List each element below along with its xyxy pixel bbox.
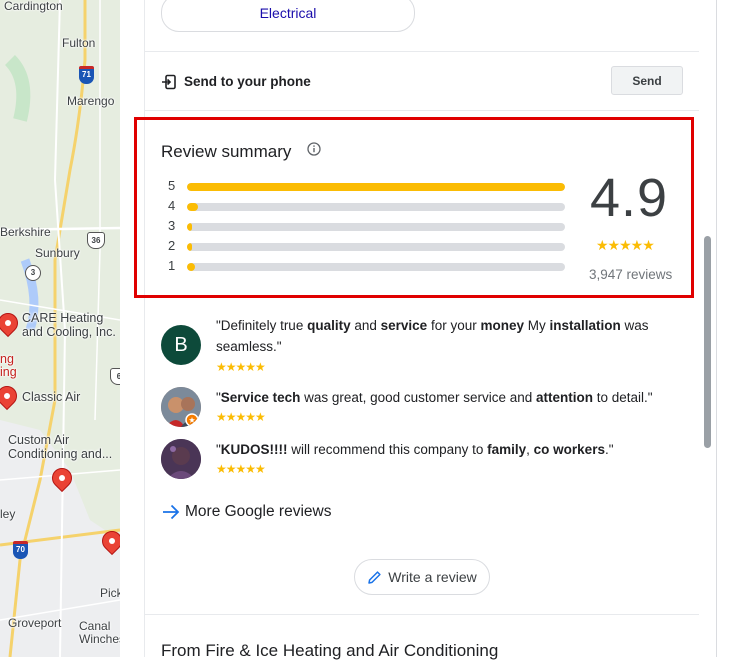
review-text-part: will recommend this company to bbox=[287, 442, 488, 457]
send-to-phone-icon bbox=[162, 74, 176, 90]
map-place-label: ley bbox=[0, 507, 16, 521]
review-keyword: quality bbox=[307, 318, 351, 333]
send-to-phone-row: Send to your phone Send bbox=[161, 66, 683, 98]
review-snippet[interactable]: B "Definitely true quality and service f… bbox=[161, 318, 681, 377]
average-rating-stars: ★★★★★ bbox=[596, 237, 655, 253]
map-business-label[interactable]: Custom Air Conditioning and... bbox=[8, 433, 120, 461]
map-place-label: Sunbury bbox=[35, 246, 80, 260]
review-text-part: and bbox=[350, 318, 381, 333]
interstate-shield-icon: 70 bbox=[13, 541, 28, 559]
map-place-label: Berkshire bbox=[0, 225, 51, 239]
send-button[interactable]: Send bbox=[611, 66, 683, 95]
map-place-label: Fulton bbox=[62, 36, 96, 50]
more-google-reviews-link[interactable]: More Google reviews bbox=[161, 501, 331, 523]
reviewer-avatar bbox=[161, 439, 201, 479]
review-stars: ★★★★★ bbox=[216, 410, 266, 424]
review-keyword: installation bbox=[549, 318, 621, 333]
section-divider bbox=[145, 110, 699, 111]
highway-shield-icon: 36 bbox=[87, 232, 105, 249]
service-chip-electrical[interactable]: Electrical bbox=[161, 0, 415, 32]
reviewer-avatar bbox=[161, 387, 201, 427]
section-divider bbox=[145, 614, 699, 615]
rating-bar-row[interactable]: 4 bbox=[168, 198, 568, 214]
review-text-part: was great, good customer service and bbox=[300, 390, 536, 405]
review-text-part: to detail." bbox=[592, 390, 653, 405]
review-text-part: My bbox=[523, 318, 550, 333]
review-text-part: for your bbox=[427, 318, 481, 333]
rating-bar-label: 2 bbox=[168, 238, 176, 253]
reviewer-avatar: B bbox=[161, 325, 201, 365]
section-divider bbox=[145, 51, 699, 52]
map-view[interactable]: Cardington Fulton Marengo Berkshire Sunb… bbox=[0, 0, 120, 657]
interstate-shield-icon: 71 bbox=[79, 66, 94, 84]
review-keyword: money bbox=[480, 318, 524, 333]
map-place-label: Canal Winchester bbox=[79, 619, 120, 646]
pencil-icon bbox=[368, 570, 381, 584]
review-count-link[interactable]: 3,947 reviews bbox=[589, 267, 672, 282]
rating-bar-track bbox=[187, 203, 565, 211]
write-review-button[interactable]: Write a review bbox=[354, 559, 490, 595]
rating-bar-row[interactable]: 3 bbox=[168, 218, 568, 234]
from-business-heading: From Fire & Ice Heating and Air Conditio… bbox=[161, 641, 499, 660]
rating-bar-track bbox=[187, 223, 565, 231]
rating-bar-track bbox=[187, 243, 565, 251]
write-review-label: Write a review bbox=[388, 569, 477, 585]
rating-bar-row[interactable]: 1 bbox=[168, 258, 568, 274]
arrow-right-icon bbox=[163, 504, 180, 520]
review-text: "KUDOS!!!! will recommend this company t… bbox=[216, 439, 678, 460]
rating-bar-label: 1 bbox=[168, 258, 176, 273]
review-keyword: service bbox=[380, 318, 428, 333]
review-text: "Service tech was great, good customer s… bbox=[216, 387, 678, 408]
rating-bar-label: 5 bbox=[168, 178, 176, 193]
rating-bar-track bbox=[187, 263, 565, 271]
map-place-label: Cardington bbox=[4, 0, 63, 13]
reviewer-photo-icon bbox=[161, 387, 201, 427]
review-text-part: , bbox=[526, 442, 534, 457]
avatar-letter: B bbox=[174, 333, 188, 356]
review-keyword: co workers bbox=[533, 442, 605, 457]
map-place-label: Marengo bbox=[67, 94, 115, 108]
highway-shield-icon: 6 bbox=[110, 368, 120, 385]
review-keyword: family bbox=[487, 442, 527, 457]
map-business-label[interactable]: CARE Heating and Cooling, Inc. bbox=[22, 311, 120, 339]
rating-bar-row[interactable]: 5 bbox=[168, 178, 568, 194]
review-snippet[interactable]: "KUDOS!!!! will recommend this company t… bbox=[161, 439, 681, 479]
map-business-label[interactable]: ing bbox=[0, 365, 17, 379]
review-keyword: KUDOS!!!! bbox=[220, 442, 288, 457]
review-snippet[interactable]: "Service tech was great, good customer s… bbox=[161, 387, 681, 427]
send-to-phone-label: Send to your phone bbox=[184, 74, 311, 89]
review-text: "Definitely true quality and service for… bbox=[216, 315, 678, 357]
review-text-part: "Definitely true bbox=[216, 318, 308, 333]
map-place-label: Groveport bbox=[8, 616, 62, 630]
review-stars: ★★★★★ bbox=[216, 462, 266, 476]
rating-bar-fill bbox=[187, 223, 192, 231]
rating-bar-fill bbox=[187, 263, 195, 271]
review-keyword: Service tech bbox=[220, 390, 301, 405]
rating-bar-fill bbox=[187, 203, 199, 211]
reviewer-photo-icon bbox=[161, 439, 201, 479]
rating-bar-fill bbox=[187, 183, 565, 191]
map-place-label: Pick bbox=[100, 586, 120, 600]
rating-bar-row[interactable]: 2 bbox=[168, 238, 568, 254]
more-google-reviews-label: More Google reviews bbox=[185, 503, 332, 520]
panel-scrollbar[interactable] bbox=[704, 236, 711, 448]
map-business-label[interactable]: Classic Air bbox=[22, 390, 80, 404]
rating-bar-label: 4 bbox=[168, 198, 176, 213]
review-summary-title: Review summary bbox=[161, 142, 292, 161]
review-stars: ★★★★★ bbox=[216, 360, 266, 374]
rating-bar-track bbox=[187, 183, 565, 191]
state-route-shield-icon: 3 bbox=[25, 265, 41, 281]
rating-bar-fill bbox=[187, 243, 192, 251]
info-icon[interactable] bbox=[307, 142, 321, 156]
rating-bar-label: 3 bbox=[168, 218, 176, 233]
map-business-label[interactable]: ng bbox=[0, 352, 14, 366]
review-keyword: attention bbox=[535, 390, 593, 405]
average-rating: 4.9 bbox=[590, 168, 669, 228]
review-text-part: ." bbox=[604, 442, 614, 457]
